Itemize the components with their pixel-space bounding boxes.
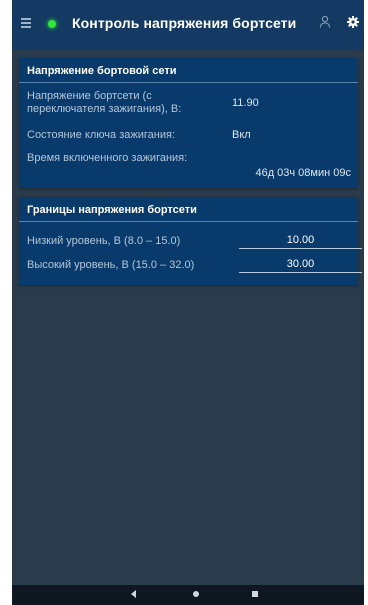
home-icon[interactable] xyxy=(193,591,199,597)
high-level-label: Высокий уровень, В (15.0 – 32.0) xyxy=(27,259,195,271)
ignition-time-label: Время включенного зажигания: xyxy=(27,152,188,164)
card-title-limits: Границы напряжения бортсети xyxy=(27,204,197,216)
app-screen: Контроль напряжения бортсети Напряжение … xyxy=(12,0,364,605)
voltage-label: Напряжение бортсети (с переключателя заж… xyxy=(27,90,182,115)
connection-status-indicator xyxy=(48,20,56,28)
onboard-voltage-card: Напряжение бортовой сети Напряжение борт… xyxy=(19,58,358,188)
user-icon[interactable] xyxy=(319,15,331,29)
ignition-state-label: Состояние ключа зажигания: xyxy=(27,129,175,141)
hamburger-menu-icon[interactable] xyxy=(21,18,35,30)
back-icon[interactable] xyxy=(131,590,136,598)
system-nav-bar xyxy=(12,585,364,605)
low-level-label: Низкий уровень, В (8.0 – 15.0) xyxy=(27,235,181,247)
app-bar: Контроль напряжения бортсети xyxy=(12,0,364,50)
card-divider xyxy=(19,221,358,222)
recent-apps-icon[interactable] xyxy=(252,591,258,597)
voltage-value: 11.90 xyxy=(232,97,259,109)
ignition-state-value: Вкл xyxy=(232,129,251,141)
card-title-voltage: Напряжение бортовой сети xyxy=(27,65,177,77)
low-level-input[interactable]: 10.00 xyxy=(239,232,362,249)
ignition-time-value: 46д 03ч 08мин 09с xyxy=(255,167,351,179)
voltage-limits-card: Границы напряжения бортсети Низкий урове… xyxy=(19,197,362,285)
card-divider xyxy=(19,82,358,83)
gear-icon[interactable] xyxy=(346,15,360,29)
high-level-input[interactable]: 30.00 xyxy=(239,256,362,273)
page-title: Контроль напряжения бортсети xyxy=(72,15,297,31)
